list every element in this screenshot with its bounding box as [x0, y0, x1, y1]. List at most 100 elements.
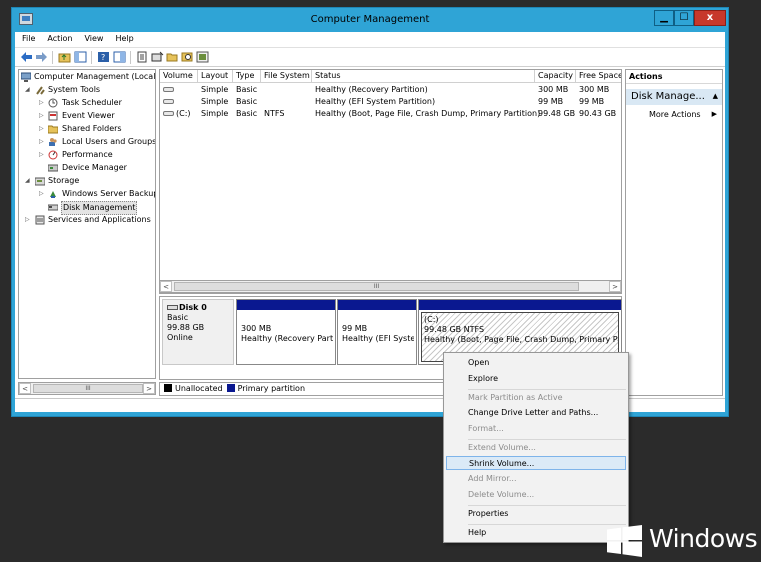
menu-help[interactable]: Help: [108, 32, 138, 43]
clock-icon: [48, 98, 58, 108]
menu-item-delete-volume: Delete Volume...: [468, 490, 535, 499]
menu-bar: File Action View Help: [15, 32, 725, 47]
column-status[interactable]: Status: [312, 70, 535, 83]
menu-item-extend-volume: Extend Volume...: [468, 443, 536, 452]
computer-icon: [21, 72, 31, 82]
up-folder-icon[interactable]: [58, 51, 71, 63]
column-layout[interactable]: Layout: [198, 70, 233, 83]
title-bar[interactable]: Computer Management ▁ ☐ x: [12, 8, 728, 32]
svg-text:?: ?: [101, 53, 105, 62]
chevron-right-icon: ▶: [711, 110, 717, 118]
column-file-system[interactable]: File System: [261, 70, 312, 83]
drive-icon: [163, 99, 174, 104]
column-type[interactable]: Type: [233, 70, 261, 83]
rescan-disks-icon[interactable]: [196, 51, 209, 63]
collapsed-arrow-icon[interactable]: ▷: [39, 149, 47, 161]
collapsed-arrow-icon[interactable]: ▷: [39, 123, 47, 135]
collapsed-arrow-icon[interactable]: ▷: [39, 188, 47, 200]
disk-icon: [48, 204, 58, 211]
primary-partition-swatch: [226, 384, 235, 392]
expanded-arrow-icon[interactable]: ◢: [25, 84, 33, 96]
console-view-icon[interactable]: [113, 51, 126, 63]
volume-list: Volume Layout Type File System Status Ca…: [159, 69, 622, 294]
backup-icon: [50, 191, 56, 198]
windows-logo-icon: [607, 525, 642, 557]
column-free-space[interactable]: Free Space: [576, 70, 621, 83]
partition-bar: [237, 300, 335, 310]
search-icon[interactable]: [181, 51, 194, 63]
open-folder-icon[interactable]: [166, 51, 179, 63]
scroll-right-arrow-icon[interactable]: >: [143, 383, 155, 394]
menu-item-format: Format...: [468, 424, 504, 433]
disk-0-info[interactable]: Disk 0 Basic 99.88 GB Online: [162, 299, 234, 365]
volume-horizontal-scrollbar[interactable]: < III >: [159, 280, 622, 293]
menu-item-add-mirror: Add Mirror...: [468, 474, 517, 483]
services-icon: [35, 215, 45, 225]
menu-item-shrink-volume[interactable]: Shrink Volume...: [446, 456, 626, 470]
menu-item-properties[interactable]: Properties: [446, 507, 626, 521]
actions-disk-management-section[interactable]: Disk Manage... ▲: [626, 89, 722, 105]
table-row[interactable]: (C:) Simple Basic NTFS Healthy (Boot, Pa…: [160, 108, 621, 120]
expanded-arrow-icon[interactable]: ◢: [25, 175, 33, 187]
users-icon: [49, 138, 57, 146]
performance-icon: [48, 150, 58, 160]
drive-icon: [163, 111, 174, 116]
toolbar: ?: [15, 47, 725, 67]
collapsed-arrow-icon[interactable]: ▷: [39, 110, 47, 122]
menu-item-explore[interactable]: Explore: [446, 372, 626, 386]
forward-arrow-icon[interactable]: [35, 51, 48, 63]
scroll-left-arrow-icon[interactable]: <: [160, 281, 172, 292]
collapsed-arrow-icon[interactable]: ▷: [39, 136, 47, 148]
back-arrow-icon[interactable]: [20, 51, 33, 63]
menu-view[interactable]: View: [77, 32, 108, 43]
menu-item-mark-partition-active: Mark Partition as Active: [468, 393, 563, 402]
storage-icon: [35, 177, 45, 186]
table-row[interactable]: Simple Basic Healthy (EFI System Partiti…: [160, 96, 621, 108]
column-capacity[interactable]: Capacity: [535, 70, 576, 83]
tools-icon: [36, 86, 45, 95]
scrollbar-thumb[interactable]: III: [174, 282, 579, 291]
maximize-button[interactable]: ☐: [674, 10, 694, 26]
shared-folder-icon: [48, 125, 58, 134]
partition-bar: [338, 300, 416, 310]
collapsed-arrow-icon[interactable]: ▷: [25, 214, 33, 226]
menu-item-change-drive-letter[interactable]: Change Drive Letter and Paths...: [446, 406, 626, 420]
menu-action[interactable]: Action: [40, 32, 77, 43]
disk-properties-icon[interactable]: [151, 51, 164, 63]
window-title: Computer Management: [310, 14, 430, 25]
event-viewer-icon: [48, 111, 58, 121]
table-row[interactable]: Simple Basic Healthy (Recovery Partition…: [160, 84, 621, 96]
help-icon[interactable]: ?: [97, 51, 110, 63]
collapse-arrow-icon[interactable]: ▲: [713, 89, 718, 104]
menu-separator: [468, 389, 626, 390]
partition-bar: [419, 300, 621, 310]
menu-file[interactable]: File: [15, 32, 40, 43]
windows-wordmark: Windows: [649, 524, 758, 553]
drive-icon: [163, 87, 174, 92]
actions-header: Actions: [626, 70, 722, 84]
disk-icon: [167, 305, 178, 310]
device-manager-icon: [48, 164, 58, 172]
show-hide-console-tree-icon[interactable]: [74, 51, 87, 63]
context-menu: Open Explore Mark Partition as Active Ch…: [443, 352, 629, 543]
collapsed-arrow-icon[interactable]: ▷: [39, 97, 47, 109]
menu-separator: [468, 505, 626, 506]
properties-icon[interactable]: [136, 51, 149, 63]
tree-horizontal-scrollbar[interactable]: < III >: [18, 382, 156, 395]
more-actions-item[interactable]: More Actions ▶: [626, 108, 722, 122]
partition-recovery[interactable]: 300 MB Healthy (Recovery Partit: [236, 299, 336, 365]
menu-separator: [468, 439, 626, 440]
unallocated-swatch: [164, 384, 172, 392]
column-volume[interactable]: Volume: [160, 70, 198, 83]
partition-efi[interactable]: 99 MB Healthy (EFI Syster: [337, 299, 417, 365]
actions-pane: Actions Disk Manage... ▲ More Actions ▶: [625, 69, 723, 396]
menu-separator: [468, 524, 626, 525]
scroll-right-arrow-icon[interactable]: >: [609, 281, 621, 292]
minimize-button[interactable]: ▁: [654, 10, 674, 26]
scrollbar-thumb[interactable]: III: [33, 384, 143, 393]
close-button[interactable]: x: [694, 10, 726, 26]
main-content: Computer Management (Local ◢ System Tool…: [15, 67, 725, 398]
scroll-left-arrow-icon[interactable]: <: [19, 383, 31, 394]
menu-item-help[interactable]: Help: [446, 526, 626, 540]
menu-item-open[interactable]: Open: [446, 356, 626, 370]
